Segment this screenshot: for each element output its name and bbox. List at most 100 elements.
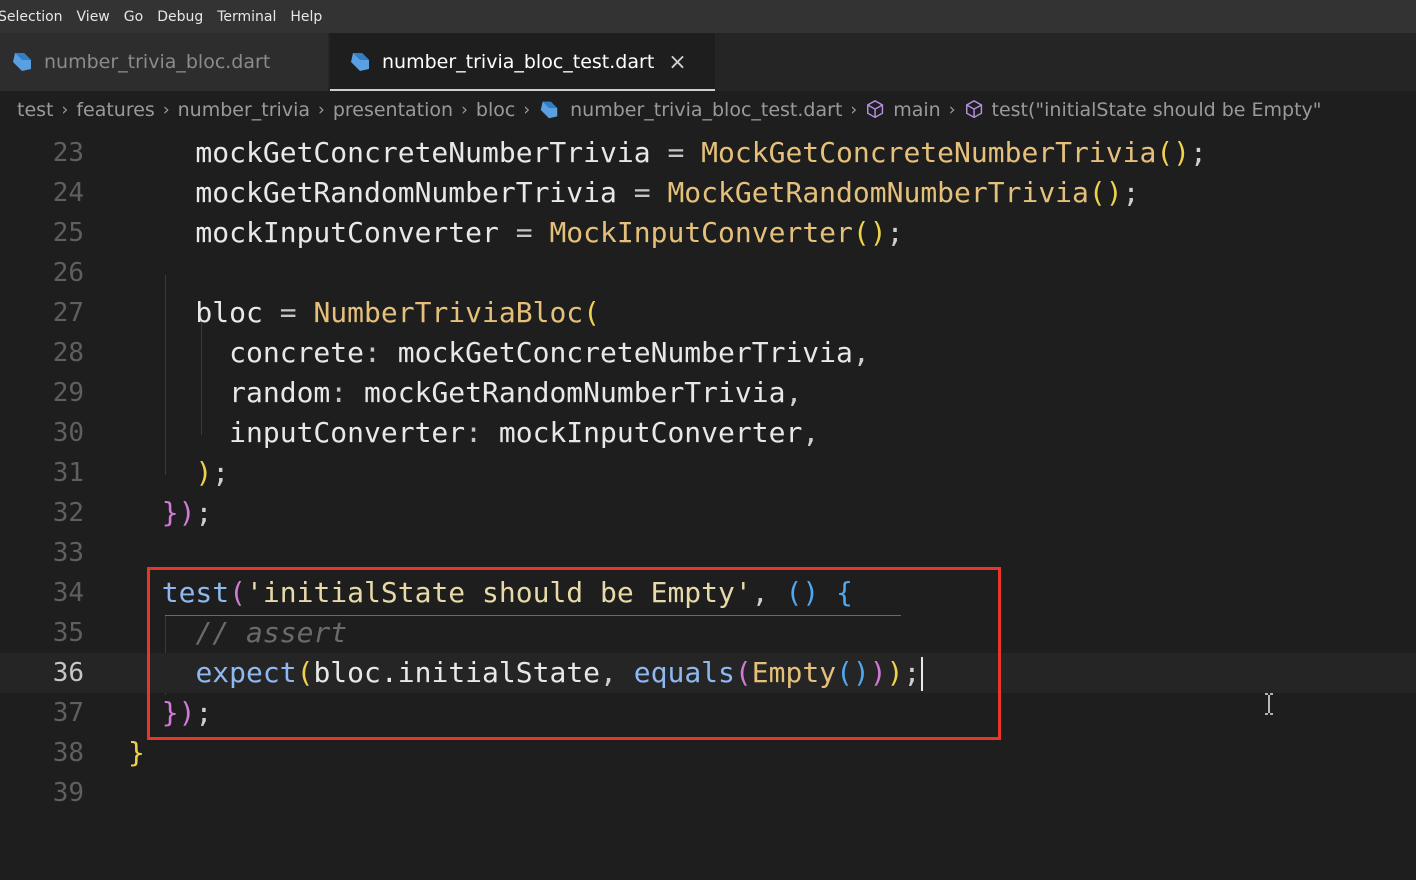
code-token: ; bbox=[195, 696, 213, 729]
line-number: 33 bbox=[52, 538, 84, 568]
line-number: 26 bbox=[52, 258, 84, 288]
code-line[interactable]: 35 // assert bbox=[0, 613, 1416, 653]
code-token: ; bbox=[1190, 136, 1207, 169]
chevron-right-icon: › bbox=[61, 100, 69, 120]
code-token: , bbox=[785, 376, 803, 409]
tab-number-trivia-bloc[interactable]: number_trivia_bloc.dart bbox=[0, 33, 328, 91]
code-token: ) bbox=[869, 656, 887, 689]
code-token: mockGetConcreteNumberTrivia bbox=[380, 336, 853, 369]
code-line[interactable]: 31 ); bbox=[0, 453, 1416, 493]
code-text: random: mockGetRandomNumberTrivia, bbox=[128, 373, 802, 413]
breadcrumb-item[interactable]: features bbox=[76, 99, 155, 121]
breadcrumb-item[interactable]: test("initialState should be Empty" bbox=[964, 99, 1322, 121]
dart-icon bbox=[13, 53, 31, 71]
code-token: 'initialState should be Empty' bbox=[246, 576, 752, 609]
code-token: equals bbox=[633, 656, 735, 689]
menu-item-debug[interactable]: Debug bbox=[157, 9, 203, 25]
code-text: }); bbox=[128, 693, 213, 733]
tab-number-trivia-bloc-test[interactable]: number_trivia_bloc_test.dart × bbox=[330, 33, 715, 91]
code-text: bloc = NumberTriviaBloc( bbox=[128, 293, 600, 333]
code-editor[interactable]: 23 mockGetConcreteNumberTrivia = MockGet… bbox=[0, 129, 1416, 880]
menu-item-go[interactable]: Go bbox=[124, 9, 143, 25]
breadcrumb-item[interactable]: test bbox=[17, 99, 54, 121]
menu-item-help[interactable]: Help bbox=[290, 9, 322, 25]
code-line[interactable]: 27 bloc = NumberTriviaBloc( bbox=[0, 293, 1416, 333]
code-token: } bbox=[128, 736, 145, 769]
code-line[interactable]: 33 bbox=[0, 533, 1416, 573]
code-line[interactable]: 28 concrete: mockGetConcreteNumberTrivia… bbox=[0, 333, 1416, 373]
close-icon[interactable]: × bbox=[668, 50, 686, 75]
line-number: 24 bbox=[52, 178, 84, 208]
code-token: , bbox=[751, 576, 769, 609]
breadcrumb-item[interactable]: main bbox=[865, 99, 941, 121]
code-text: mockGetConcreteNumberTrivia = MockGetCon… bbox=[128, 133, 1207, 173]
code-token: = bbox=[667, 136, 685, 169]
code-text: ); bbox=[128, 453, 229, 493]
code-line[interactable]: 26 bbox=[0, 253, 1416, 293]
code-token: , bbox=[802, 416, 820, 449]
code-token: concrete bbox=[128, 336, 365, 369]
code-token: = bbox=[279, 296, 297, 329]
line-number: 39 bbox=[52, 778, 84, 808]
code-line[interactable]: 39 bbox=[0, 773, 1416, 813]
code-line[interactable]: 38} bbox=[0, 733, 1416, 773]
menu-item-terminal[interactable]: Terminal bbox=[217, 9, 276, 25]
line-number: 31 bbox=[52, 458, 84, 488]
code-text: inputConverter: mockInputConverter, bbox=[128, 413, 819, 453]
code-token: bloc.initialState bbox=[313, 656, 601, 689]
code-token: () bbox=[836, 656, 870, 689]
code-token: mockGetConcreteNumberTrivia bbox=[128, 136, 668, 169]
code-token: expect bbox=[195, 656, 297, 689]
code-token: ; bbox=[212, 456, 230, 489]
code-line[interactable]: 36 expect(bloc.initialState, equals(Empt… bbox=[0, 653, 1416, 693]
code-token: ) bbox=[178, 496, 196, 529]
ibeam-cursor-icon bbox=[1265, 693, 1273, 715]
code-token: = bbox=[515, 216, 533, 249]
code-line[interactable]: 30 inputConverter: mockInputConverter, bbox=[0, 413, 1416, 453]
code-token: : bbox=[364, 336, 381, 369]
dart-icon bbox=[351, 53, 369, 71]
code-text: mockInputConverter = MockInputConverter(… bbox=[128, 213, 903, 253]
code-token: inputConverter bbox=[128, 416, 466, 449]
chevron-right-icon: › bbox=[850, 100, 858, 120]
breadcrumb-item[interactable]: number_trivia_bloc_test.dart bbox=[538, 99, 842, 121]
cube-icon bbox=[867, 99, 884, 119]
code-token: ) bbox=[195, 456, 213, 489]
code-line[interactable]: 24 mockGetRandomNumberTrivia = MockGetRa… bbox=[0, 173, 1416, 213]
code-token: test bbox=[161, 576, 230, 609]
menu-item-view[interactable]: View bbox=[77, 9, 110, 25]
code-line[interactable]: 25 mockInputConverter = MockInputConvert… bbox=[0, 213, 1416, 253]
breadcrumb: test › features › number_trivia › presentation… bbox=[0, 91, 1416, 129]
code-line[interactable]: 29 random: mockGetRandomNumberTrivia, bbox=[0, 373, 1416, 413]
tab-label: number_trivia_bloc.dart bbox=[44, 51, 271, 73]
code-token: () bbox=[785, 576, 820, 609]
code-token: MockGetRandomNumberTrivia bbox=[667, 176, 1089, 209]
line-number: 29 bbox=[52, 378, 84, 408]
code-line[interactable]: 23 mockGetConcreteNumberTrivia = MockGet… bbox=[0, 133, 1416, 173]
line-number: 32 bbox=[52, 498, 84, 528]
line-number: 23 bbox=[52, 138, 84, 168]
code-text: }); bbox=[128, 493, 213, 533]
code-line[interactable]: 32 }); bbox=[0, 493, 1416, 533]
breadcrumb-item[interactable]: bloc bbox=[476, 99, 515, 121]
code-token: : bbox=[330, 376, 348, 409]
code-token: mockGetRandomNumberTrivia bbox=[128, 176, 634, 209]
breadcrumb-item[interactable]: number_trivia bbox=[178, 99, 310, 121]
code-line[interactable]: 37 }); bbox=[0, 693, 1416, 733]
menu-item-selection[interactable]: Selection bbox=[0, 9, 63, 25]
breadcrumb-label: bloc bbox=[475, 99, 516, 121]
line-number: 25 bbox=[52, 218, 84, 248]
line-number: 28 bbox=[52, 338, 84, 368]
code-token: mockGetRandomNumberTrivia bbox=[347, 376, 786, 409]
code-token: { bbox=[836, 576, 853, 609]
breadcrumb-item[interactable]: presentation bbox=[333, 99, 453, 121]
code-line[interactable]: 34 test('initialState should be Empty', … bbox=[0, 573, 1416, 613]
